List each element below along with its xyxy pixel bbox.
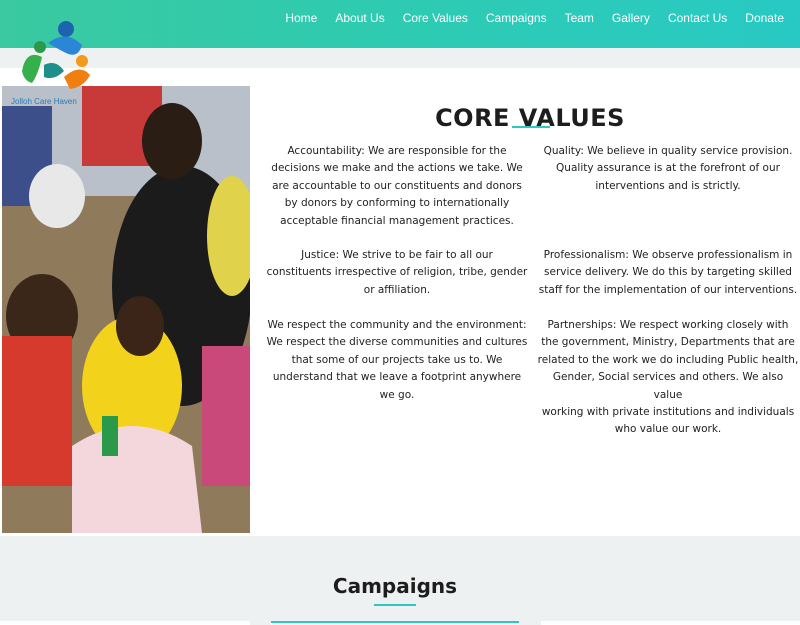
campaign-card-2[interactable] bbox=[271, 621, 519, 625]
value-justice: Justice: We strive to be fair to all our… bbox=[266, 247, 528, 299]
people-circle-logo-icon bbox=[22, 21, 90, 89]
value-line: by donors by conforming to international… bbox=[284, 197, 510, 210]
value-line: that some of our projects take us to. We bbox=[291, 353, 503, 366]
children-group-photo bbox=[2, 86, 250, 533]
value-line: working with private institutions and in… bbox=[541, 406, 795, 419]
value-line: Justice: We strive to be fair to all our bbox=[301, 249, 493, 261]
nav-about-us[interactable]: About Us bbox=[335, 10, 384, 26]
nav-campaigns[interactable]: Campaigns bbox=[486, 10, 547, 26]
value-line: staff for the implementation of our inte… bbox=[538, 283, 798, 296]
nav-team[interactable]: Team bbox=[565, 10, 594, 26]
value-partnerships: Partnerships: We respect working closely… bbox=[537, 317, 799, 439]
value-line: acceptable financial management practice… bbox=[280, 214, 514, 227]
title-underline bbox=[512, 126, 550, 128]
value-line: or affiliation. bbox=[363, 283, 431, 296]
value-line: Accountability: We are responsible for t… bbox=[287, 145, 507, 157]
nav-gallery[interactable]: Gallery bbox=[612, 10, 650, 26]
logo-text: Jolloh Care Haven bbox=[11, 97, 77, 106]
value-line: Professionalism: We observe professional… bbox=[543, 249, 793, 261]
value-line: We respect the diverse communities and c… bbox=[266, 336, 528, 349]
value-professionalism: Professionalism: We observe professional… bbox=[537, 247, 799, 299]
campaign-card-1[interactable] bbox=[0, 621, 250, 625]
nav-core-values[interactable]: Core Values bbox=[403, 10, 468, 26]
nav-donate[interactable]: Donate bbox=[745, 10, 784, 26]
value-line: Quality: We believe in quality service p… bbox=[543, 145, 793, 157]
value-line: Quality assurance is at the forefront of… bbox=[556, 162, 780, 175]
value-line: decisions we make and the actions we tak… bbox=[271, 162, 523, 175]
nav-contact-us[interactable]: Contact Us bbox=[668, 10, 727, 26]
value-community: We respect the community and the environ… bbox=[266, 317, 528, 404]
site-logo[interactable]: Jolloh Care Haven bbox=[8, 19, 103, 111]
value-line: related to the work we do including Publ… bbox=[537, 353, 799, 366]
value-line: Gender, Social services and others. We a… bbox=[552, 371, 784, 401]
value-line: constituents irrespective of religion, t… bbox=[266, 266, 528, 279]
value-line: service delivery. We do this by targetin… bbox=[544, 266, 792, 279]
value-line: interventions and is strictly. bbox=[595, 179, 741, 192]
main-nav: Home About Us Core Values Campaigns Team… bbox=[267, 10, 784, 26]
value-line: who value our work. bbox=[614, 423, 722, 436]
value-quality: Quality: We believe in quality service p… bbox=[537, 143, 799, 195]
nav-home[interactable]: Home bbox=[285, 10, 317, 26]
value-accountability: Accountability: We are responsible for t… bbox=[266, 143, 528, 230]
value-line: understand that we leave a footprint any… bbox=[272, 371, 522, 384]
campaign-card-3[interactable] bbox=[541, 621, 800, 625]
campaigns-title: Campaigns bbox=[332, 574, 458, 598]
value-line: are accountable to our constituents and … bbox=[272, 179, 522, 192]
value-line: we go. bbox=[379, 388, 415, 401]
value-line: We respect the community and the environ… bbox=[267, 319, 527, 331]
value-line: Partnerships: We respect working closely… bbox=[547, 319, 789, 331]
value-line: the government, Ministry, Departments th… bbox=[541, 336, 795, 349]
site-header: Home About Us Core Values Campaigns Team… bbox=[0, 0, 800, 48]
campaigns-underline bbox=[374, 604, 416, 606]
